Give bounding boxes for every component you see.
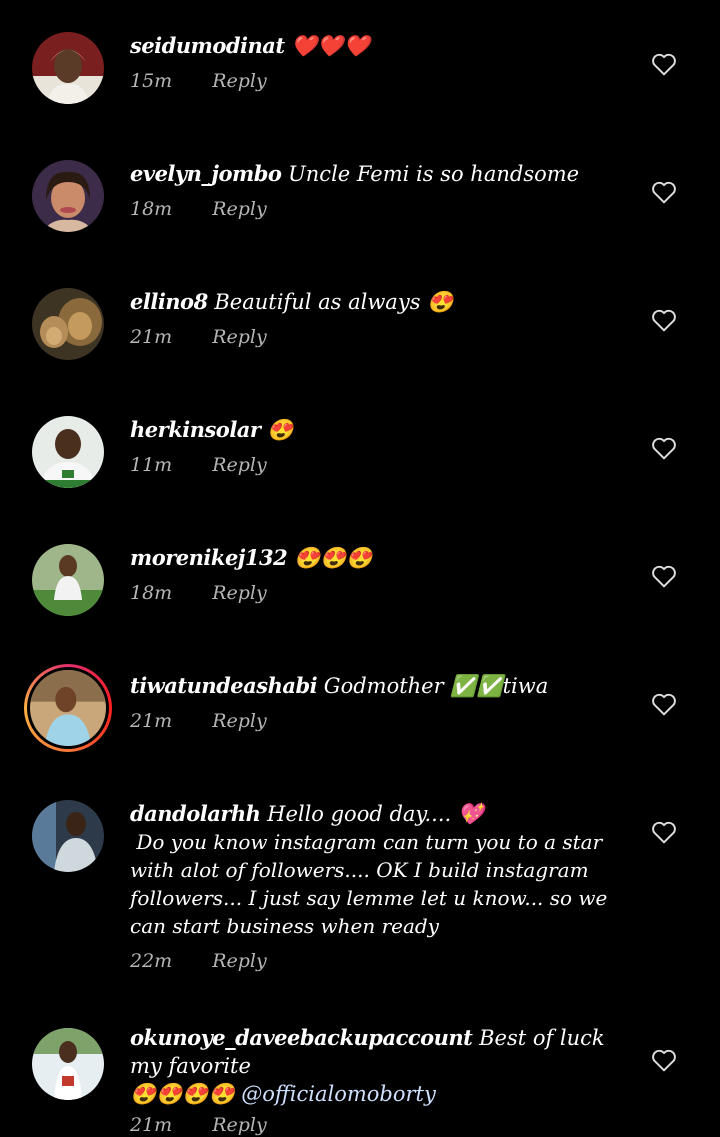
comment-line: okunoye_daveebackupaccount Best of luck … [130, 1024, 630, 1080]
comment-line: morenikej132 😍😍😍 [130, 544, 630, 572]
comment-meta: 21m Reply [130, 710, 630, 732]
story-ring-avatar[interactable] [24, 664, 112, 752]
avatar-woman-field-icon [32, 544, 104, 616]
comment-text: Godmother ✅✅tiwa [323, 674, 549, 698]
comment-username[interactable]: evelyn_jombo [130, 161, 282, 186]
like-heart-icon[interactable] [651, 820, 677, 844]
avatar-man-dark-icon [32, 800, 104, 872]
comment-line: herkinsolar 😍 [130, 416, 630, 444]
reply-button[interactable]: Reply [212, 710, 267, 732]
reply-button[interactable]: Reply [212, 70, 267, 92]
like-heart-icon[interactable] [651, 436, 677, 460]
comment-line: 😍😍😍😍 @officialomoborty [130, 1080, 630, 1108]
comment-line: ellino8 Beautiful as always 😍 [130, 288, 630, 316]
comment-meta: 18m Reply [130, 198, 630, 220]
avatar-lions-icon [32, 288, 104, 360]
reply-button[interactable]: Reply [212, 1114, 267, 1136]
comment-text: 😍😍😍 [293, 546, 373, 570]
avatar-man-white-shirt-icon [32, 416, 104, 488]
like-heart-icon[interactable] [651, 52, 677, 76]
comment-text: Beautiful as always 😍 [214, 290, 454, 314]
comment-time: 11m [130, 454, 173, 476]
avatar[interactable] [32, 160, 104, 232]
comment-username[interactable]: tiwatundeashabi [130, 673, 318, 698]
comment-text: ❤️❤️❤️ [291, 34, 370, 58]
comment-username[interactable]: seidumodinat [130, 33, 285, 58]
avatar-woman-portrait-icon [32, 160, 104, 232]
comment-body: ellino8 Beautiful as always 😍 21m Reply [130, 288, 630, 348]
like-heart-icon[interactable] [651, 1048, 677, 1072]
like-heart-icon[interactable] [651, 692, 677, 716]
reply-button[interactable]: Reply [212, 582, 267, 604]
avatar[interactable] [32, 1028, 104, 1100]
comment-meta: 11m Reply [130, 454, 630, 476]
like-heart-icon[interactable] [651, 308, 677, 332]
comment-username[interactable]: okunoye_daveebackupaccount [130, 1025, 473, 1050]
reply-button[interactable]: Reply [212, 326, 267, 348]
comment-body: okunoye_daveebackupaccount Best of luck … [130, 1024, 630, 1136]
reply-button[interactable]: Reply [212, 950, 267, 972]
comment-body: morenikej132 😍😍😍 18m Reply [130, 544, 630, 604]
comment-body: herkinsolar 😍 11m Reply [130, 416, 630, 476]
comment-line: tiwatundeashabi Godmother ✅✅tiwa [130, 672, 630, 700]
avatar-woman-headwrap-icon [32, 32, 104, 104]
avatar-woman-story-icon [30, 670, 106, 746]
like-heart-icon[interactable] [651, 180, 677, 204]
comment-body: seidumodinat ❤️❤️❤️ 15m Reply [130, 32, 630, 92]
comment-body: tiwatundeashabi Godmother ✅✅tiwa 21m Rep… [130, 672, 630, 732]
comment-username[interactable]: herkinsolar [130, 417, 261, 442]
comment-body: dandolarhh Hello good day.... 💖 Do you k… [130, 800, 630, 972]
comment-text-continued: Do you know instagram can turn you to a … [130, 830, 614, 938]
comment-meta: 22m Reply [130, 950, 630, 972]
comment-meta: 21m Reply [130, 326, 630, 348]
comment-text: 😍 [267, 418, 294, 442]
avatar[interactable] [32, 288, 104, 360]
comment-meta: 15m Reply [130, 70, 630, 92]
comment-username[interactable]: ellino8 [130, 289, 208, 314]
comment-username[interactable]: dandolarhh [130, 801, 261, 826]
comment-time: 18m [130, 198, 173, 220]
comment-username[interactable]: morenikej132 [130, 545, 288, 570]
comment-time: 21m [130, 710, 173, 732]
comment-line: evelyn_jombo Uncle Femi is so handsome [130, 160, 630, 188]
comment-time: 21m [130, 1114, 173, 1136]
comment-meta: 18m Reply [130, 582, 630, 604]
comment-emoji: 😍😍😍😍 [130, 1082, 235, 1106]
comment-line: seidumodinat ❤️❤️❤️ [130, 32, 630, 60]
comment-time: 21m [130, 326, 173, 348]
mention-link[interactable]: @officialomoborty [241, 1082, 436, 1106]
comment-body: evelyn_jombo Uncle Femi is so handsome 1… [130, 160, 630, 220]
comment-time: 15m [130, 70, 173, 92]
comment-time: 22m [130, 950, 173, 972]
avatar[interactable] [32, 544, 104, 616]
avatar[interactable] [32, 800, 104, 872]
comment-text: Hello good day.... 💖 [267, 802, 485, 826]
avatar[interactable] [32, 32, 104, 104]
like-heart-icon[interactable] [651, 564, 677, 588]
comment-meta: 21m Reply [130, 1114, 630, 1136]
reply-button[interactable]: Reply [212, 454, 267, 476]
comment-text: Uncle Femi is so handsome [288, 162, 580, 186]
avatar-man-outdoor-icon [32, 1028, 104, 1100]
reply-button[interactable]: Reply [212, 198, 267, 220]
comment-line: dandolarhh Hello good day.... 💖 [130, 800, 630, 828]
comment-time: 18m [130, 582, 173, 604]
avatar[interactable] [32, 416, 104, 488]
